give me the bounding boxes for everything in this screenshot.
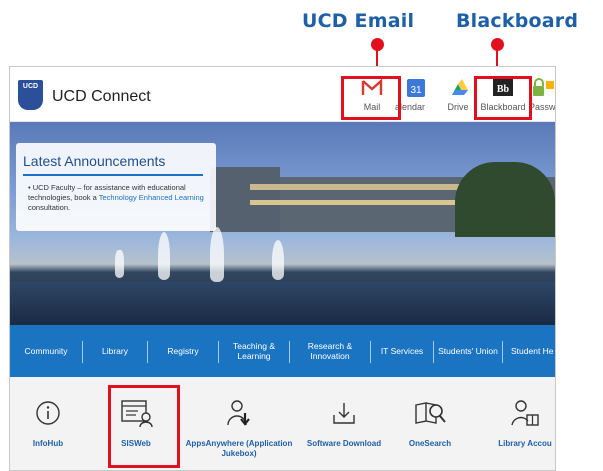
nav-research-innovation[interactable]: Research & Innovation bbox=[290, 325, 370, 377]
nav-teaching-learning[interactable]: Teaching & Learning bbox=[219, 325, 289, 377]
drive-app-tile[interactable]: Drive bbox=[438, 75, 478, 115]
library-account-icon bbox=[511, 400, 539, 426]
ucd-logo[interactable]: UCD bbox=[18, 80, 43, 110]
fountain-jet bbox=[272, 240, 284, 280]
trees bbox=[455, 162, 555, 237]
info-icon bbox=[36, 401, 60, 425]
library-account-label: Library Accou bbox=[498, 439, 552, 448]
quick-links-row: InfoHub SISWeb AppsAnywhere (Application… bbox=[10, 377, 555, 470]
quicklink-library-account[interactable]: Library Accou bbox=[480, 397, 555, 449]
onesearch-icon bbox=[415, 402, 446, 424]
nav-it-services[interactable]: IT Services bbox=[371, 325, 433, 377]
infohub-label: InfoHub bbox=[32, 439, 64, 448]
site-title: UCD Connect bbox=[52, 88, 151, 105]
onesearch-label: OneSearch bbox=[408, 439, 452, 448]
blackboard-highlight-box bbox=[474, 76, 532, 120]
fountain-jet bbox=[158, 232, 170, 280]
password-icon bbox=[533, 78, 554, 96]
nav-student-health[interactable]: Student He bbox=[503, 325, 555, 377]
software-download-icon bbox=[333, 403, 355, 424]
campus-hero-image: Latest Announcements • UCD Faculty – for… bbox=[10, 122, 555, 325]
fountain-jet bbox=[210, 227, 224, 282]
nav-students-union[interactable]: Students' Union bbox=[434, 325, 502, 377]
quicklink-appsanywhere[interactable]: AppsAnywhere (Application Jukebox) bbox=[184, 397, 294, 459]
quicklink-infohub[interactable]: InfoHub bbox=[10, 397, 98, 449]
mail-highlight-box bbox=[341, 76, 401, 120]
main-nav: Community Library Registry Teaching & Le… bbox=[10, 325, 555, 377]
appsanywhere-label: AppsAnywhere (Application Jukebox) bbox=[185, 439, 293, 458]
calendar-icon: 31 bbox=[407, 79, 425, 97]
blackboard-callout: Blackboard bbox=[456, 10, 579, 32]
sisweb-highlight-box bbox=[108, 385, 180, 468]
password-app-tile[interactable]: Passw bbox=[529, 75, 556, 115]
announcements-title: Latest Announcements bbox=[23, 153, 203, 176]
lake bbox=[10, 282, 555, 325]
nav-registry[interactable]: Registry bbox=[148, 325, 218, 377]
svg-text:31: 31 bbox=[410, 85, 422, 96]
password-label: Passw bbox=[529, 102, 556, 112]
fountain-jet bbox=[115, 250, 124, 278]
quicklink-software-download[interactable]: Software Download bbox=[294, 397, 394, 449]
announcement-item: • UCD Faculty – for assistance with educ… bbox=[28, 183, 204, 212]
calendar-app-tile[interactable]: 31 alendar bbox=[395, 75, 435, 115]
calendar-label: alendar bbox=[395, 102, 426, 112]
browser-screenshot: UCD UCD Connect Mail 31 alendar Drive Bb… bbox=[9, 66, 556, 471]
tel-consultation-link[interactable]: Technology Enhanced Learning bbox=[99, 193, 204, 202]
software-download-label: Software Download bbox=[306, 439, 382, 448]
header-bar: UCD UCD Connect Mail 31 alendar Drive Bb… bbox=[10, 67, 555, 122]
nav-library[interactable]: Library bbox=[83, 325, 147, 377]
nav-community[interactable]: Community bbox=[10, 325, 82, 377]
drive-icon bbox=[452, 79, 468, 95]
ucd-email-callout: UCD Email bbox=[302, 10, 415, 32]
quicklink-onesearch[interactable]: OneSearch bbox=[380, 397, 480, 449]
appsanywhere-icon bbox=[227, 400, 250, 426]
drive-label: Drive bbox=[447, 102, 469, 112]
announcements-panel: Latest Announcements • UCD Faculty – for… bbox=[16, 143, 216, 231]
